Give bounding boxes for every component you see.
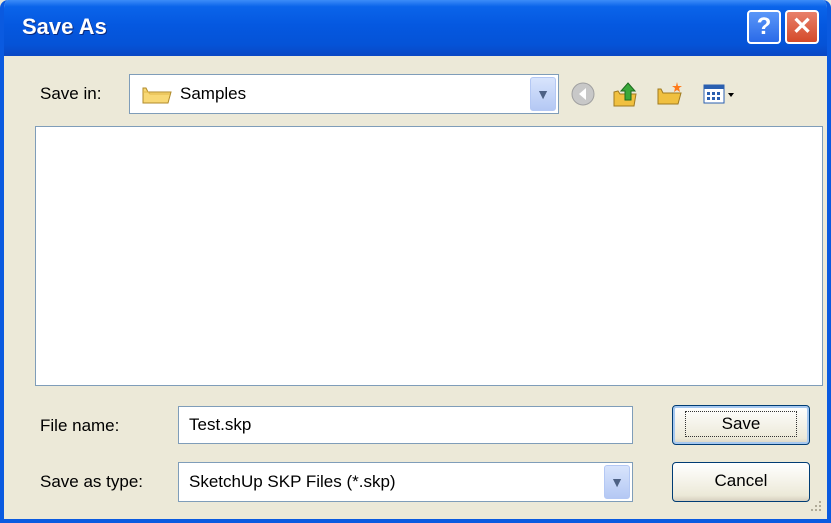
save-as-dialog: Save As ? ✕ Save in: Samples ▼ File name… [0,0,831,523]
up-folder-icon[interactable] [612,80,640,108]
resize-grip-icon[interactable] [805,497,823,515]
folder-icon [142,87,172,104]
views-menu-icon[interactable] [702,80,738,108]
help-button[interactable]: ? [747,10,781,44]
save-in-dropdown[interactable]: Samples ▼ [129,74,559,114]
new-folder-icon[interactable] [656,80,684,108]
dialog-title: Save As [22,14,107,39]
save-as-type-label: Save as type: [40,472,144,491]
save-in-label: Save in: [40,84,102,103]
save-in-value: Samples [180,84,247,103]
close-icon: ✕ [791,13,813,40]
close-button[interactable]: ✕ [785,10,819,44]
file-list-view[interactable] [35,126,823,386]
chevron-down-icon[interactable]: ▼ [604,465,630,499]
file-name-label: File name: [40,416,120,435]
cancel-button[interactable]: Cancel [672,462,810,502]
cancel-button-label: Cancel [714,471,768,490]
save-as-type-dropdown[interactable]: SketchUp SKP Files (*.skp) ▼ [178,462,633,502]
back-icon[interactable] [569,80,597,108]
file-name-input[interactable] [178,406,633,444]
help-icon: ? [756,13,772,40]
title-bar[interactable]: Save As ? ✕ [4,0,827,56]
save-button[interactable]: Save [672,405,810,445]
save-as-type-value: SketchUp SKP Files (*.skp) [189,472,396,491]
save-button-label: Save [684,411,798,437]
chevron-down-icon[interactable]: ▼ [530,77,556,111]
